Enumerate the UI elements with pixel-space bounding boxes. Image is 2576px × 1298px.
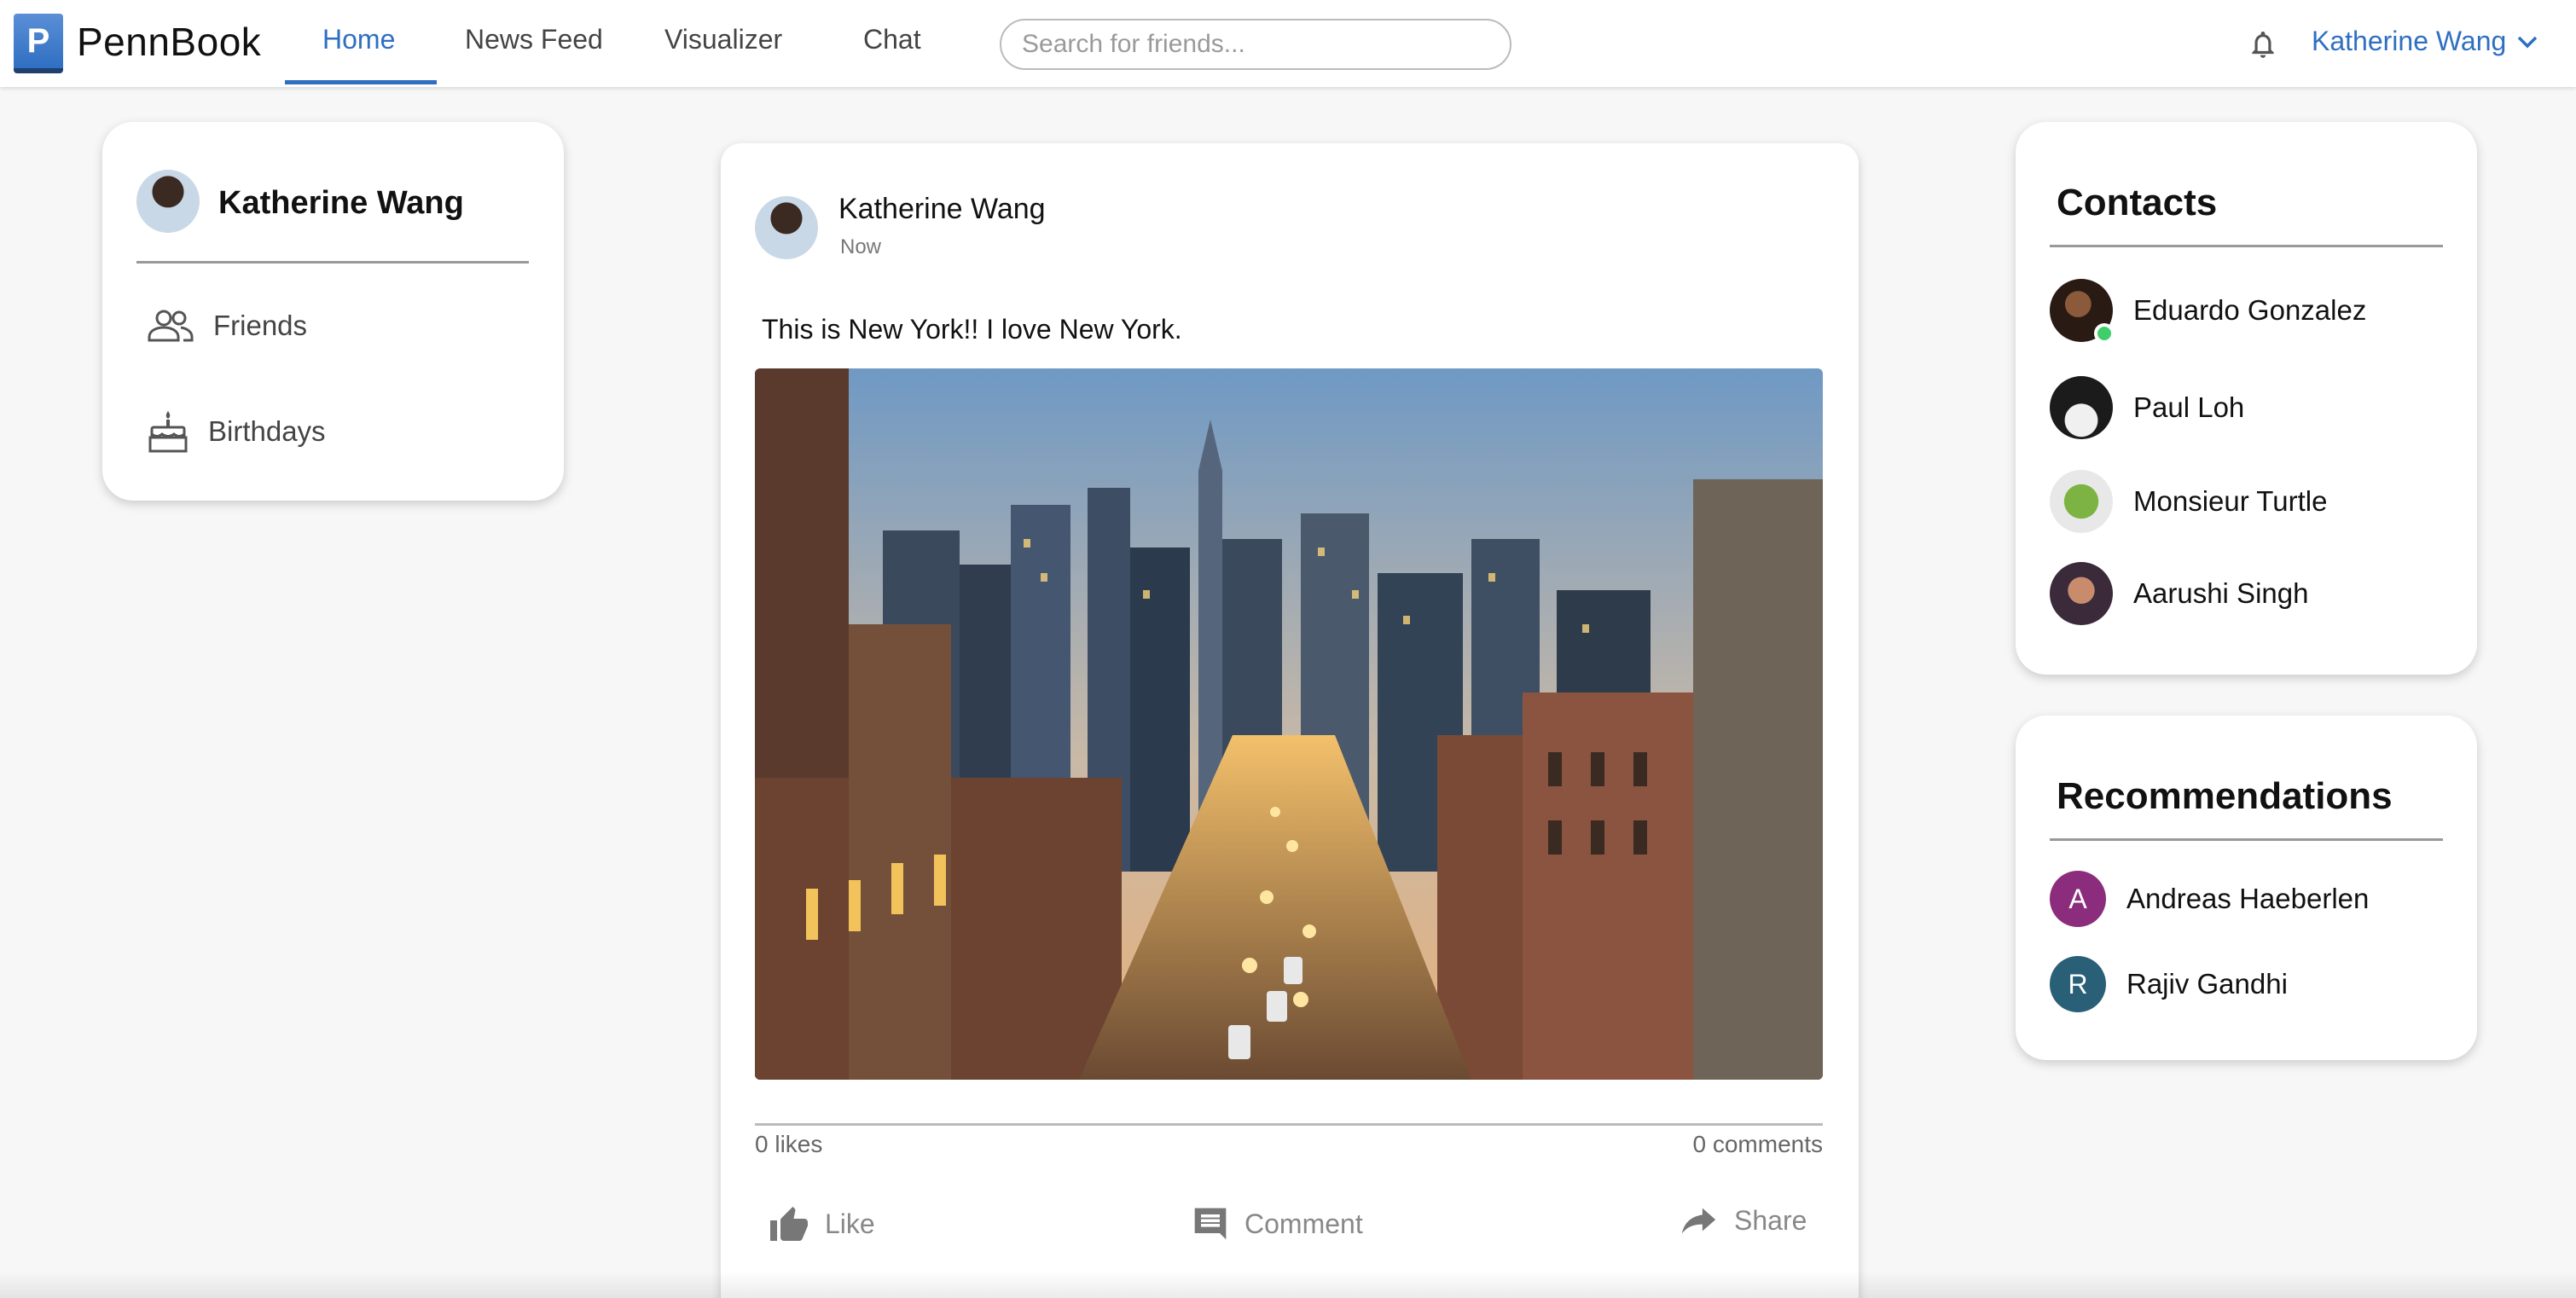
contact-name: Eduardo Gonzalez [2133,294,2367,326]
share-label: Share [1734,1205,1807,1236]
post-card: Katherine Wang Now This is New York!! I … [721,143,1859,1298]
contact-name: Paul Loh [2133,391,2245,423]
tab-home[interactable]: Home [322,24,395,55]
post-timestamp: Now [840,235,882,258]
contacts-card: Contacts Eduardo Gonzalez Paul Loh Monsi… [2016,122,2477,675]
sidebar-item-birthdays[interactable]: Birthdays [147,409,326,455]
divider [2050,245,2443,247]
recommendation-name: Rajiv Gandhi [2126,968,2288,1000]
avatar [2050,562,2113,625]
comment-label: Comment [1244,1208,1363,1239]
share-button[interactable]: Share [1680,1205,1807,1237]
avatar: R [2050,956,2106,1012]
recommendations-title: Recommendations [2057,775,2393,817]
tab-news-feed[interactable]: News Feed [465,24,603,55]
avatar[interactable] [136,170,200,233]
contact-item[interactable]: Paul Loh [2050,376,2244,439]
recommendation-name: Andreas Haeberlen [2126,883,2370,914]
avatar[interactable] [755,196,818,259]
profile-card: Katherine Wang Friends Birthdays [102,122,564,501]
city-street-photo [755,368,1823,1080]
top-navbar: P PennBook Home News Feed Visualizer Cha… [0,0,2576,87]
like-label: Like [825,1208,875,1239]
comment-icon [1194,1208,1227,1240]
tab-visualizer[interactable]: Visualizer [664,24,782,55]
user-menu-name: Katherine Wang [2312,26,2507,56]
active-tab-indicator [285,80,437,84]
sidebar-item-label: Friends [213,310,308,341]
likes-count[interactable]: 0 likes [755,1131,822,1158]
divider [136,261,529,264]
divider [755,1123,1823,1126]
search-input[interactable] [1000,19,1511,70]
sidebar-item-friends[interactable]: Friends [147,308,307,344]
brand-name[interactable]: PennBook [77,19,261,65]
bottom-shadow [0,1271,2576,1298]
avatar [2050,376,2113,439]
contact-item[interactable]: Eduardo Gonzalez [2050,279,2367,344]
contact-name: Monsieur Turtle [2133,485,2328,517]
recommendation-item[interactable]: R Rajiv Gandhi [2050,956,2288,1012]
contact-item[interactable]: Aarushi Singh [2050,562,2308,625]
avatar [2050,470,2113,533]
share-icon [1681,1208,1716,1234]
like-button[interactable]: Like [769,1205,875,1243]
chevron-down-icon [2518,36,2538,48]
avatar [2050,279,2115,344]
contacts-title: Contacts [2057,182,2218,223]
contact-item[interactable]: Monsieur Turtle [2050,470,2327,533]
sidebar-item-label: Birthdays [208,415,326,447]
divider [2050,838,2443,841]
pennbook-logo[interactable]: P [14,14,63,73]
profile-name[interactable]: Katherine Wang [218,185,464,222]
friends-icon [148,310,194,342]
recommendation-item[interactable]: A Andreas Haeberlen [2050,871,2369,927]
avatar: A [2050,871,2106,927]
comments-count[interactable]: 0 comments [1693,1131,1824,1158]
online-status-dot [2094,323,2115,344]
post-author[interactable]: Katherine Wang [838,193,1046,226]
contact-name: Aarushi Singh [2133,577,2309,609]
thumbs-up-icon [770,1207,808,1241]
comment-button[interactable]: Comment [1192,1205,1363,1243]
post-image[interactable] [755,368,1823,1080]
recommendations-card: Recommendations A Andreas Haeberlen R Ra… [2016,716,2477,1060]
tab-chat[interactable]: Chat [863,24,921,55]
bell-icon[interactable] [2247,27,2279,61]
cake-icon [148,411,188,453]
post-text: This is New York!! I love New York. [762,314,1182,345]
user-menu[interactable]: Katherine Wang [2312,26,2538,57]
